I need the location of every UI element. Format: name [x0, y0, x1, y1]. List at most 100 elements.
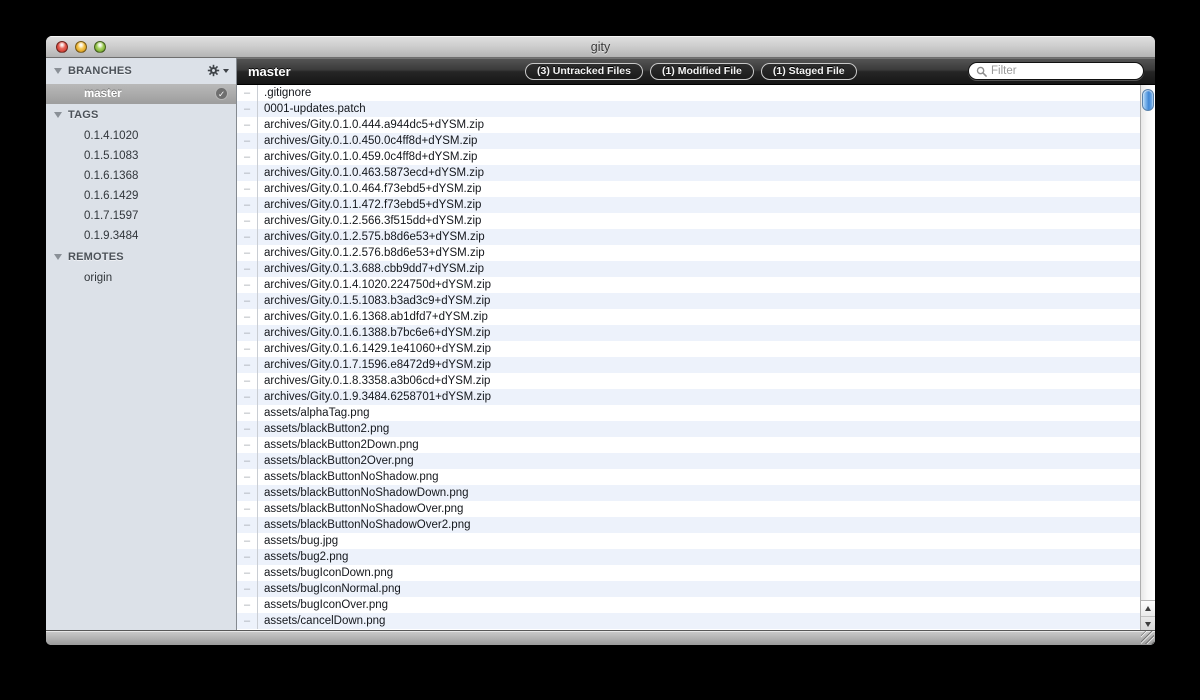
sidebar-item-0.1.6.1429[interactable]: 0.1.6.1429: [46, 186, 236, 206]
sidebar-item-0.1.4.1020[interactable]: 0.1.4.1020: [46, 126, 236, 146]
file-status-dash-icon: –: [237, 245, 258, 261]
file-name: assets/blackButtonNoShadowDown.png: [258, 487, 469, 499]
file-name: assets/bugIconDown.png: [258, 567, 393, 579]
sidebar-item-master[interactable]: master✓: [46, 84, 236, 104]
file-row[interactable]: –archives/Gity.0.1.1.472.f73ebd5+dYSM.zi…: [237, 197, 1155, 213]
file-status-dash-icon: –: [237, 229, 258, 245]
file-row[interactable]: –assets/alphaTag.png: [237, 405, 1155, 421]
file-name: assets/bugIconOver.png: [258, 599, 388, 611]
file-row[interactable]: –archives/Gity.0.1.7.1596.e8472d9+dYSM.z…: [237, 357, 1155, 373]
sidebar-item-label: 0.1.7.1597: [84, 210, 138, 222]
titlebar[interactable]: gity: [46, 36, 1155, 58]
sidebar-item-origin[interactable]: origin: [46, 268, 236, 288]
scroll-down-button[interactable]: [1141, 616, 1155, 630]
file-name: assets/blackButtonNoShadowOver2.png: [258, 519, 470, 531]
file-name: assets/blackButtonNoShadowOver.png: [258, 503, 463, 515]
file-name: 0001-updates.patch: [258, 103, 366, 115]
file-row[interactable]: –assets/blackButtonNoShadowOver.png: [237, 501, 1155, 517]
file-name: archives/Gity.0.1.2.566.3f515dd+dYSM.zip: [258, 215, 481, 227]
file-name: archives/Gity.0.1.7.1596.e8472d9+dYSM.zi…: [258, 359, 491, 371]
file-row[interactable]: –assets/bug.jpg: [237, 533, 1155, 549]
sidebar-item-0.1.9.3484[interactable]: 0.1.9.3484: [46, 226, 236, 246]
sidebar: BRANCHESmaster✓TAGS0.1.4.10200.1.5.10830…: [46, 58, 237, 630]
file-name: archives/Gity.0.1.9.3484.6258701+dYSM.zi…: [258, 391, 491, 403]
file-status-dash-icon: –: [237, 373, 258, 389]
disclosure-triangle-icon: [54, 254, 62, 260]
file-row[interactable]: –archives/Gity.0.1.2.566.3f515dd+dYSM.zi…: [237, 213, 1155, 229]
file-row[interactable]: –archives/Gity.0.1.3.688.cbb9dd7+dYSM.zi…: [237, 261, 1155, 277]
file-status-dash-icon: –: [237, 437, 258, 453]
file-row[interactable]: –archives/Gity.0.1.9.3484.6258701+dYSM.z…: [237, 389, 1155, 405]
file-row[interactable]: –.gitignore: [237, 85, 1155, 101]
file-status-dash-icon: –: [237, 565, 258, 581]
sidebar-item-label: 0.1.4.1020: [84, 130, 138, 142]
file-name: archives/Gity.0.1.5.1083.b3ad3c9+dYSM.zi…: [258, 295, 490, 307]
file-row[interactable]: –archives/Gity.0.1.6.1368.ab1dfd7+dYSM.z…: [237, 309, 1155, 325]
file-name: archives/Gity.0.1.2.575.b8d6e53+dYSM.zip: [258, 231, 485, 243]
modified-file-button[interactable]: (1) Modified File: [650, 63, 754, 80]
file-row[interactable]: –assets/blackButton2Over.png: [237, 453, 1155, 469]
file-row[interactable]: –assets/blackButton2.png: [237, 421, 1155, 437]
file-row[interactable]: –assets/blackButtonNoShadow.png: [237, 469, 1155, 485]
file-status-dash-icon: –: [237, 581, 258, 597]
file-row[interactable]: –archives/Gity.0.1.6.1429.1e41060+dYSM.z…: [237, 341, 1155, 357]
file-name: assets/blackButton2.png: [258, 423, 389, 435]
file-name: assets/blackButton2Down.png: [258, 439, 419, 451]
file-status-dash-icon: –: [237, 421, 258, 437]
staged-file-button[interactable]: (1) Staged File: [761, 63, 857, 80]
file-row[interactable]: –assets/bug2.png: [237, 549, 1155, 565]
resize-grip[interactable]: [1141, 631, 1154, 644]
file-row[interactable]: –archives/Gity.0.1.0.444.a944dc5+dYSM.zi…: [237, 117, 1155, 133]
file-name: assets/blackButton2Over.png: [258, 455, 414, 467]
file-row[interactable]: –assets/bugIconDown.png: [237, 565, 1155, 581]
sidebar-item-0.1.7.1597[interactable]: 0.1.7.1597: [46, 206, 236, 226]
file-name: archives/Gity.0.1.0.444.a944dc5+dYSM.zip: [258, 119, 484, 131]
file-list: –.gitignore–0001-updates.patch–archives/…: [237, 85, 1155, 630]
filter-field[interactable]: [968, 62, 1144, 80]
file-status-dash-icon: –: [237, 405, 258, 421]
file-name: archives/Gity.0.1.2.576.b8d6e53+dYSM.zip: [258, 247, 485, 259]
file-row[interactable]: –archives/Gity.0.1.2.575.b8d6e53+dYSM.zi…: [237, 229, 1155, 245]
sidebar-section-header-tags[interactable]: TAGS: [46, 104, 236, 126]
untracked-files-button[interactable]: (3) Untracked Files: [525, 63, 643, 80]
section-label: BRANCHES: [68, 65, 132, 77]
file-status-dash-icon: –: [237, 549, 258, 565]
file-row[interactable]: –assets/bugIconNormal.png: [237, 581, 1155, 597]
file-row[interactable]: –archives/Gity.0.1.0.464.f73ebd5+dYSM.zi…: [237, 181, 1155, 197]
file-row[interactable]: –archives/Gity.0.1.4.1020.224750d+dYSM.z…: [237, 277, 1155, 293]
file-row[interactable]: –archives/Gity.0.1.6.1388.b7bc6e6+dYSM.z…: [237, 325, 1155, 341]
file-status-dash-icon: –: [237, 213, 258, 229]
sidebar-item-0.1.6.1368[interactable]: 0.1.6.1368: [46, 166, 236, 186]
file-status-dash-icon: –: [237, 165, 258, 181]
scrollbar-thumb[interactable]: [1142, 89, 1154, 111]
file-row[interactable]: –assets/blackButton2Down.png: [237, 437, 1155, 453]
sidebar-actions-menu[interactable]: [207, 64, 229, 77]
file-name: archives/Gity.0.1.3.688.cbb9dd7+dYSM.zip: [258, 263, 484, 275]
file-row[interactable]: –0001-updates.patch: [237, 101, 1155, 117]
sidebar-sections: BRANCHESmaster✓TAGS0.1.4.10200.1.5.10830…: [46, 58, 236, 288]
file-row[interactable]: –assets/blackButtonNoShadowOver2.png: [237, 517, 1155, 533]
filter-input[interactable]: [987, 65, 1136, 77]
file-row[interactable]: –archives/Gity.0.1.0.463.5873ecd+dYSM.zi…: [237, 165, 1155, 181]
file-status-dash-icon: –: [237, 293, 258, 309]
file-row[interactable]: –assets/bugIconOver.png: [237, 597, 1155, 613]
magnifier-icon: [976, 66, 987, 77]
scroll-up-button[interactable]: [1141, 601, 1155, 616]
file-row[interactable]: –archives/Gity.0.1.0.450.0c4ff8d+dYSM.zi…: [237, 133, 1155, 149]
file-row[interactable]: –assets/blackButtonNoShadowDown.png: [237, 485, 1155, 501]
file-rows: –.gitignore–0001-updates.patch–archives/…: [237, 85, 1155, 630]
sidebar-section-header-remotes[interactable]: REMOTES: [46, 246, 236, 268]
file-row[interactable]: –archives/Gity.0.1.0.459.0c4ff8d+dYSM.zi…: [237, 149, 1155, 165]
file-row[interactable]: –archives/Gity.0.1.8.3358.a3b06cd+dYSM.z…: [237, 373, 1155, 389]
file-status-dash-icon: –: [237, 117, 258, 133]
vertical-scrollbar[interactable]: [1140, 85, 1155, 630]
window-content: BRANCHESmaster✓TAGS0.1.4.10200.1.5.10830…: [46, 58, 1155, 630]
file-name: .gitignore: [258, 87, 311, 99]
file-row[interactable]: –archives/Gity.0.1.2.576.b8d6e53+dYSM.zi…: [237, 245, 1155, 261]
sidebar-item-0.1.5.1083[interactable]: 0.1.5.1083: [46, 146, 236, 166]
file-row[interactable]: –archives/Gity.0.1.5.1083.b3ad3c9+dYSM.z…: [237, 293, 1155, 309]
file-name: assets/bugIconNormal.png: [258, 583, 401, 595]
arrow-up-icon: [1145, 606, 1151, 611]
file-row[interactable]: –assets/cancelDown.png: [237, 613, 1155, 629]
file-status-dash-icon: –: [237, 85, 258, 101]
